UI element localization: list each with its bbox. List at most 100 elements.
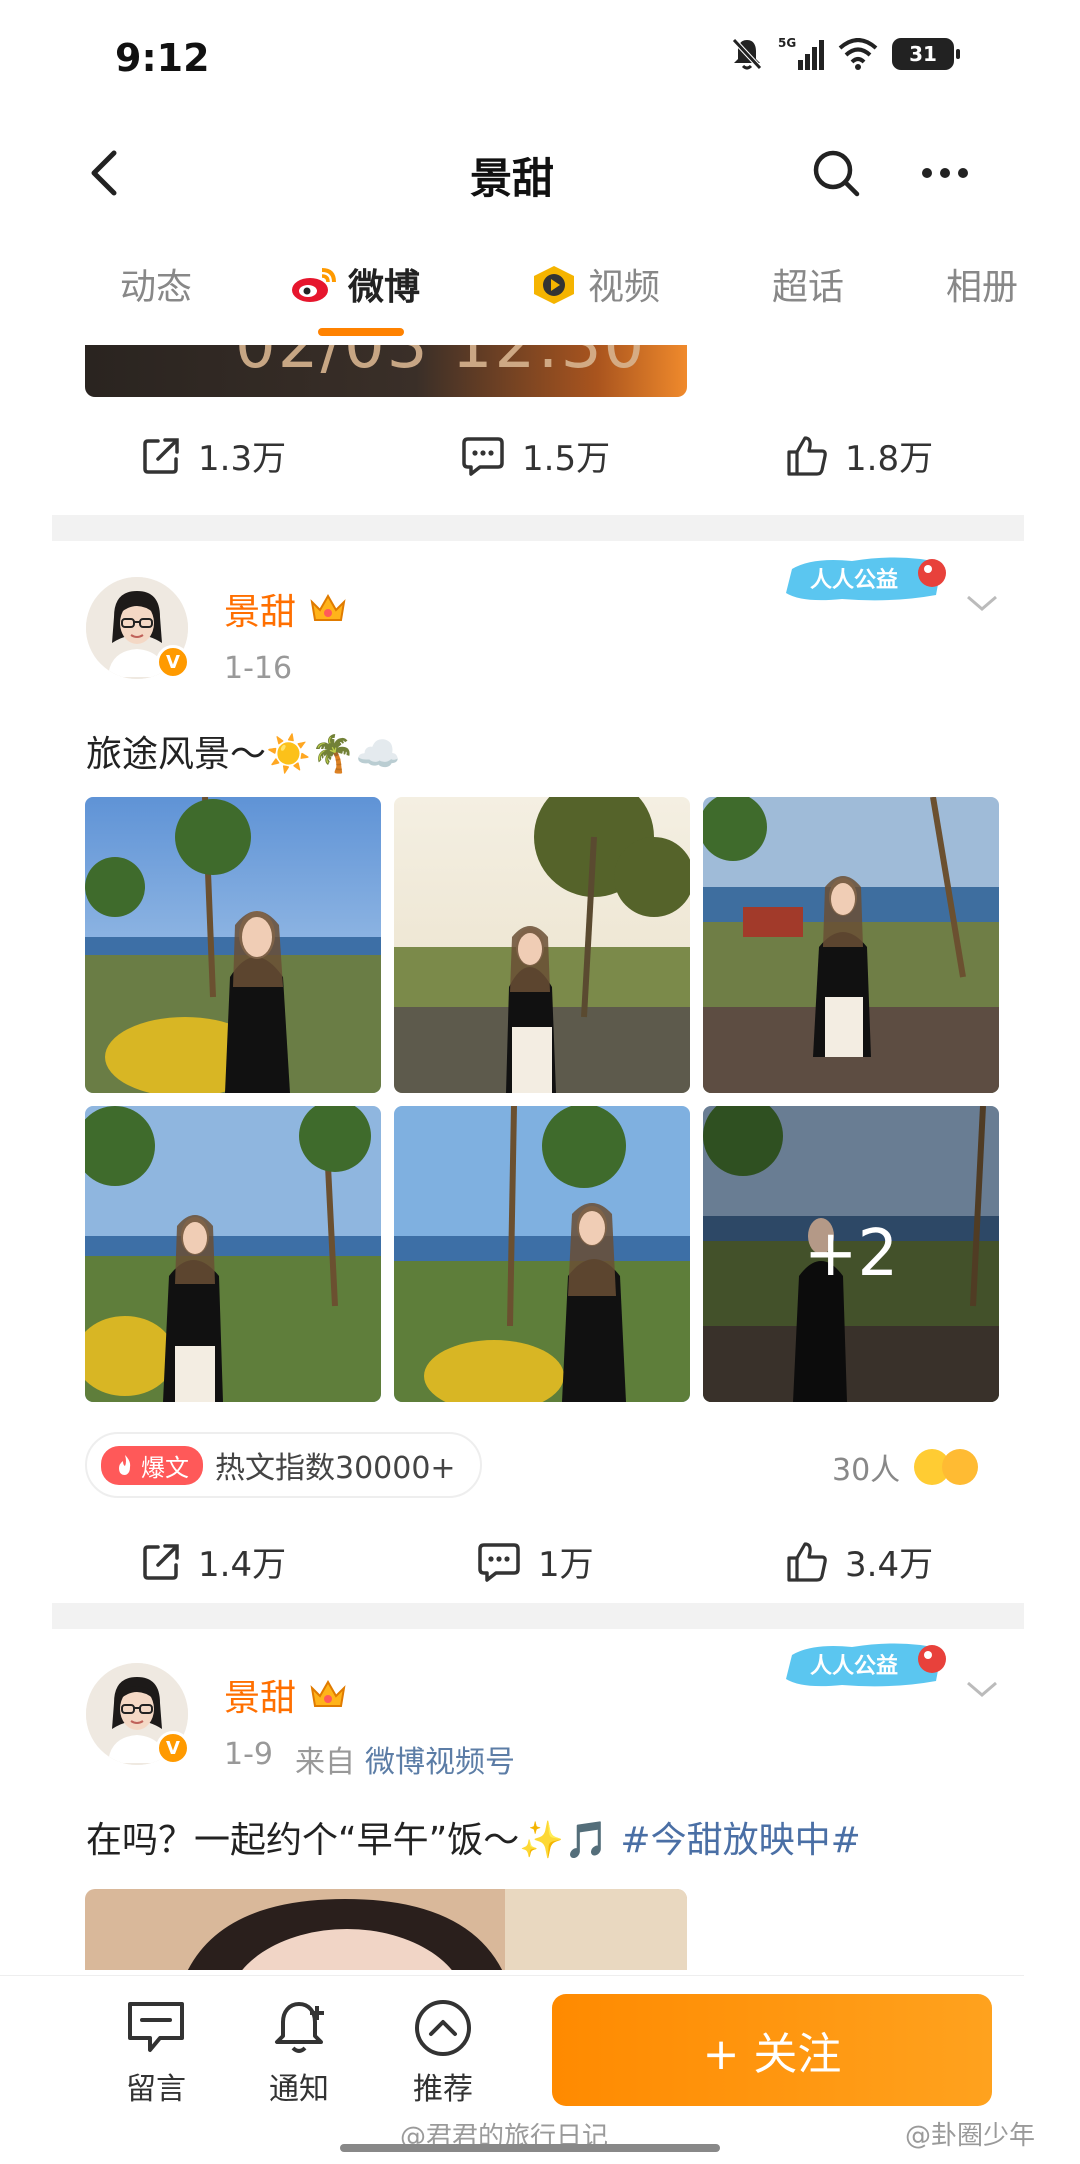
repost-button[interactable]: 1.3万 [140,431,286,480]
post-photo[interactable] [85,1106,381,1402]
video-thumbnail-image [85,1889,687,1970]
search-icon[interactable] [808,145,864,201]
weibo-logo-icon [292,268,336,302]
tab-video[interactable]: 视频 [530,258,660,310]
tab-label: 微博 [348,267,421,308]
username-text: 景甜 [224,1678,297,1719]
post-photo[interactable] [394,797,690,1093]
comment-icon [478,1542,520,1582]
chevron-up-circle-icon [415,2000,471,2056]
hot-tag: 爆文 [101,1445,203,1485]
previous-post-image[interactable]: 02/03 12:30 [85,345,687,397]
message-icon [128,2002,184,2052]
screen-edge [1024,0,1080,2164]
repost-count: 1.3万 [198,439,287,479]
username-text: 景甜 [224,592,297,633]
tab-label: 视频 [588,267,661,308]
hashtag-link[interactable]: #今甜放映中# [620,1820,860,1861]
comment-icon [462,436,504,476]
repost-button[interactable]: 1.4万 [140,1537,286,1586]
like-button[interactable]: 3.4万 [785,1537,933,1586]
page-title: 景甜 [469,154,554,203]
post-photo[interactable] [85,797,381,1093]
mute-bell-icon [732,38,762,70]
like-button[interactable]: 1.8万 [785,431,933,480]
share-icon [143,1543,179,1580]
video-badge-icon [534,266,574,304]
post-photo[interactable] [703,797,999,1093]
thumbs-up-icon [787,435,827,476]
more-options-icon[interactable] [915,145,975,201]
post-text: 旅途风景～☀️🌴☁️ [86,734,401,775]
watermark-right: @卦圈少年 [905,2121,1036,2151]
tab-album[interactable]: 相册 [946,258,1018,310]
post-actions: 1.4万 1万 3.4万 [52,1521,1024,1601]
photo-grid: +2 [85,797,999,1402]
repost-count: 1.4万 [198,1545,287,1585]
tab-supertopic[interactable]: 超话 [772,258,844,310]
post-source-link[interactable]: 微博视频号 [365,1737,515,1781]
tab-label: 超话 [772,267,845,308]
comment-button[interactable]: 1万 [476,1537,594,1586]
photo-image [85,797,381,1093]
post-photo[interactable] [394,1106,690,1402]
tab-dynamics[interactable]: 动态 [120,258,192,310]
notify-label: 通知 [269,2072,329,2107]
message-button[interactable]: 留言 [106,1998,206,2108]
tab-weibo[interactable]: 微博 [290,258,420,310]
like-count: 3.4万 [845,1545,934,1585]
video-thumbnail[interactable] [85,1889,687,1970]
share-icon [143,437,179,474]
post-text-main: 在吗？一起约个“早午”饭～✨🎵 [86,1820,609,1861]
chevron-down-icon[interactable] [964,1677,1000,1701]
chevron-down-icon[interactable] [964,591,1000,615]
message-label: 留言 [126,2072,186,2107]
post-author[interactable]: 景甜 [224,1669,348,1721]
verified-badge-icon: V [156,645,190,679]
more-photos-count: +2 [703,1106,999,1402]
tab-label: 相册 [946,267,1019,308]
reactions-summary[interactable]: 30人 [832,1445,979,1489]
post-author[interactable]: 景甜 [224,583,348,635]
svg-text:5G: 5G [778,36,796,50]
like-count: 1.8万 [845,439,934,479]
wifi-icon [838,38,878,70]
post-photo-more[interactable]: +2 [703,1106,999,1402]
photo-image [394,1106,690,1402]
hot-index-pill[interactable]: 爆文 热文指数30000+ [85,1432,482,1498]
comment-count: 1万 [538,1545,594,1585]
crown-icon [310,1679,346,1707]
post-text: 在吗？一起约个“早午”饭～✨🎵 #今甜放映中# [86,1811,861,1863]
post-date: 1-16 [224,651,293,686]
profile-tabs: 动态 微博 视频 超话 相册 [0,250,1024,340]
active-tab-indicator [318,328,404,336]
previous-post-actions: 1.3万 1.5万 1.8万 [52,415,1024,495]
thumbs-up-icon [787,1541,827,1582]
app-screen: 9:12 5G 31 景甜 动态 微博 视频 超话 相册 02/03 12:30… [0,0,1024,2164]
post-divider [52,515,1024,541]
bottom-action-bar: 留言 通知 推荐 + 关注 @君君的旅行日记 [0,1975,1024,2164]
fire-icon [119,1455,131,1475]
notify-button[interactable]: 通知 [249,1998,349,2108]
comment-count: 1.5万 [522,439,611,479]
post-date: 1-9 [224,1737,273,1772]
charity-badge[interactable]: 人人公益 [782,1635,958,1697]
home-indicator [340,2144,720,2152]
verified-badge-icon: V [156,1731,190,1765]
status-bar: 9:12 5G 31 [0,0,1024,120]
status-time: 9:12 [115,36,210,80]
comment-button[interactable]: 1.5万 [460,431,610,480]
hot-tag-label: 爆文 [141,1453,189,1482]
status-icons: 5G 31 [730,36,960,72]
follow-button[interactable]: + 关注 [552,1994,992,2106]
bell-plus-icon [275,2002,324,2053]
crown-icon [310,593,346,621]
previous-post-image-text: 02/03 12:30 [235,345,647,383]
top-nav: 景甜 [0,125,1024,225]
post-card: V 景甜 1-16 人人公益 旅途风景～☀️🌴☁️ +2 爆文 热文指数3000… [52,557,1024,1585]
svg-text:人人公益: 人人公益 [810,567,898,593]
post-meta: 1-9 来自 微博视频号 [224,1737,515,1781]
recommend-button[interactable]: 推荐 [393,1998,493,2108]
recommend-label: 推荐 [413,2072,473,2107]
charity-badge[interactable]: 人人公益 [782,549,958,611]
